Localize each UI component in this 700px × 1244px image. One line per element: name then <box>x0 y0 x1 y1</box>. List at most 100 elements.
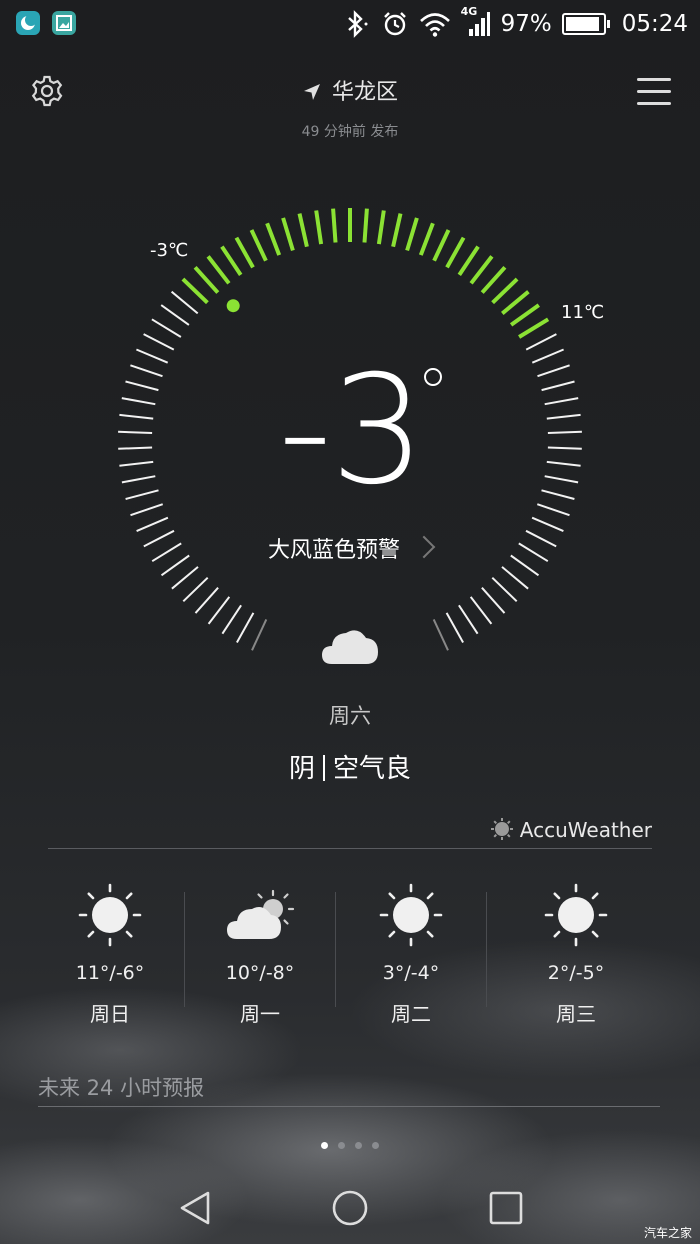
page-dot <box>321 1142 328 1149</box>
gauge-tick <box>136 516 169 533</box>
gauge-tick <box>236 612 255 643</box>
gauge-tick <box>547 430 582 434</box>
gauge-tick <box>182 576 209 603</box>
gauge-tick <box>121 475 156 484</box>
gauge-tick <box>546 413 581 420</box>
gauge-tick-active <box>518 317 550 339</box>
forecast-day[interactable]: 11°/-6° 周日 <box>35 880 185 1027</box>
gauge-tick-active <box>509 303 540 327</box>
gauge-tick-active <box>362 208 369 243</box>
gauge-tick-active <box>265 222 282 256</box>
gauge-tick <box>171 566 199 590</box>
forecast-temp: 11°/-6° <box>75 962 145 984</box>
gauge-tick <box>118 446 153 450</box>
cloud-icon <box>322 630 378 664</box>
divider <box>38 1106 660 1107</box>
gauge-tick <box>525 333 557 351</box>
gauge-tick-active <box>469 255 494 285</box>
forecast-temp: 2°/-5° <box>547 962 605 984</box>
max-temp-label: 11℃ <box>561 302 605 323</box>
gauge-tick-active <box>193 265 220 294</box>
gauge-tick <box>130 364 163 378</box>
gauge-tick-active <box>331 208 338 243</box>
current-day: 周六 <box>329 704 371 728</box>
gauge-tick-active <box>405 217 419 251</box>
gauge-tick-active <box>480 265 507 294</box>
gauge-tick-active <box>314 210 324 245</box>
gauge-tick-active <box>457 245 480 277</box>
page-dot <box>355 1142 362 1149</box>
gauge-tick <box>125 489 159 500</box>
gauge-tick-active <box>445 236 466 269</box>
gauge-tick <box>481 587 506 614</box>
air-quality: 空气良 <box>333 754 412 784</box>
divider <box>486 892 487 1007</box>
weather-warning[interactable]: 大风蓝色预警 <box>0 532 700 564</box>
gauge-tick <box>125 380 159 392</box>
back-icon[interactable] <box>176 1188 216 1228</box>
gauge-tick <box>491 576 518 603</box>
home-icon[interactable] <box>330 1188 370 1228</box>
forecast-temp: 10°/-8° <box>225 962 295 984</box>
gauge-tick <box>136 348 169 364</box>
page-indicator <box>0 1134 700 1153</box>
degree-symbol <box>424 368 442 386</box>
gauge-tick <box>546 460 581 467</box>
gauge-tick <box>544 475 579 484</box>
gauge-tick <box>445 612 464 643</box>
gauge-tick <box>544 397 579 406</box>
forecast-day-name: 周日 <box>90 1002 130 1026</box>
forecast-temp: 3°/-4° <box>382 962 440 984</box>
watermark: 汽车之家 <box>643 1226 692 1240</box>
gauge-tick <box>170 290 199 315</box>
gauge-tick-active <box>249 229 268 262</box>
gauge-tick <box>251 618 268 651</box>
gauge-tick <box>501 566 529 590</box>
gauge-tick-active <box>281 217 295 251</box>
gauge-tick <box>537 364 570 378</box>
sun-icon <box>379 883 443 947</box>
gauge-tick-active <box>297 213 309 248</box>
min-temp-label: -3℃ <box>150 240 189 261</box>
gauge-tick <box>130 503 164 517</box>
gauge-tick <box>531 516 564 533</box>
hourly-forecast-title[interactable]: 未来 24 小时预报 <box>38 1072 204 1102</box>
gauge-tick <box>194 587 219 614</box>
gauge-tick <box>536 503 570 517</box>
provider-name: AccuWeather <box>519 818 652 842</box>
forecast-day-name: 周一 <box>240 1002 280 1026</box>
accuweather-sun-icon <box>490 818 513 840</box>
gauge-tick-active <box>501 290 530 315</box>
gauge-tick <box>151 318 182 338</box>
gauge-tick-active <box>418 222 435 256</box>
gauge-tick <box>143 333 175 351</box>
gauge-tick <box>121 397 156 406</box>
gauge-tick <box>207 596 231 625</box>
page-dot <box>338 1142 345 1149</box>
chevron-right-icon <box>412 535 436 559</box>
recents-icon[interactable] <box>486 1188 526 1228</box>
page-dot <box>372 1142 379 1149</box>
gauge-tick-active <box>376 210 386 245</box>
gauge-tick-active <box>234 236 255 269</box>
gauge-tick <box>458 604 479 635</box>
gauge-tick <box>541 380 575 392</box>
forecast-day[interactable]: 3°/-4° 周二 <box>336 880 486 1027</box>
gauge-tick-active <box>181 277 209 305</box>
gauge-tick <box>469 596 493 625</box>
forecast-day[interactable]: 2°/-5° 周三 <box>501 880 651 1027</box>
condition-line: 阴空气良 <box>0 748 700 785</box>
current-temperature: -3 <box>278 344 426 518</box>
gauge-tick <box>118 430 153 434</box>
gauge-tick <box>531 348 564 364</box>
gauge-tick-active <box>206 255 231 285</box>
forecast-day[interactable]: 10°/-8° 周一 <box>185 880 335 1027</box>
sun-icon <box>78 883 142 947</box>
navigation-bar <box>0 1170 700 1244</box>
provider[interactable]: AccuWeather <box>490 817 652 842</box>
warning-text: 大风蓝色预警 <box>267 538 400 563</box>
cloudy-sun-icon <box>227 889 295 939</box>
current-temp-marker <box>226 299 240 313</box>
divider <box>48 848 652 849</box>
gauge-tick <box>432 618 449 651</box>
